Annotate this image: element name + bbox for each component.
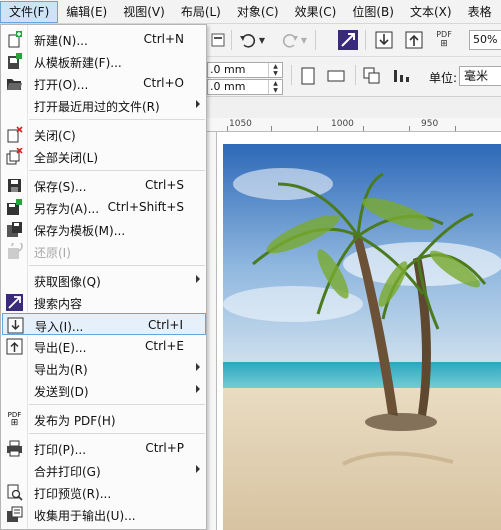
export-icon (6, 338, 23, 355)
menu-view[interactable]: 视图(V) (115, 1, 173, 23)
save-icon (6, 177, 23, 194)
revert-icon (6, 240, 23, 260)
portrait-icon[interactable] (297, 65, 319, 87)
submenu-arrow-icon (196, 465, 200, 473)
menu-item-print[interactable]: 打印(P)... Ctrl+P (2, 437, 206, 459)
drawing-canvas[interactable] (217, 132, 501, 530)
menu-item-search-content[interactable]: 搜索内容 (2, 291, 206, 313)
publish-pdf-icon: PDF ⊞ (7, 411, 22, 428)
standard-toolbar: ▼ ▼ PDF ⊞ 50% (207, 24, 501, 57)
menu-item-save[interactable]: 保存(S)... Ctrl+S (2, 174, 206, 196)
menu-item-export[interactable]: 导出(E)... Ctrl+E (2, 335, 206, 357)
submenu-arrow-icon (196, 275, 200, 283)
menu-item-open-recent[interactable]: 打开最近用过的文件(R) (2, 94, 206, 116)
import-icon (7, 317, 24, 334)
width-value: .0 mm (210, 63, 246, 76)
width-spinner[interactable]: ▲ ▼ (268, 63, 282, 77)
menu-item-print-merge[interactable]: 合并打印(G) (2, 459, 206, 481)
menu-text[interactable]: 文本(X) (402, 1, 460, 23)
menu-item-acquire-image[interactable]: 获取图像(Q) (2, 269, 206, 291)
save-as-icon (6, 199, 23, 216)
undo-icon[interactable] (237, 29, 259, 51)
undo-dropdown-icon[interactable]: ▼ (257, 29, 267, 51)
menu-item-revert: 还原(I) (2, 240, 206, 262)
open-folder-icon (6, 75, 23, 92)
menu-item-close[interactable]: 关闭(C) (2, 123, 206, 145)
menu-item-export-as[interactable]: 导出为(R) (2, 357, 206, 379)
close-document-icon (6, 126, 23, 143)
landscape-icon[interactable] (325, 65, 347, 87)
menu-item-save-as-template[interactable]: 保存为模板(M)... (2, 218, 206, 240)
menu-item-close-all[interactable]: 全部关闭(L) (2, 145, 206, 167)
height-field[interactable]: .0 mm ▲ ▼ (207, 79, 283, 95)
menu-bitmaps[interactable]: 位图(B) (344, 1, 402, 23)
redo-dropdown-icon[interactable]: ▼ (299, 29, 309, 51)
search-content-icon (6, 294, 23, 311)
redo-icon[interactable] (279, 29, 301, 51)
menu-effects[interactable]: 效果(C) (287, 1, 345, 23)
menu-table[interactable]: 表格 (460, 1, 500, 23)
units-label: 单位: (429, 71, 458, 85)
property-bar: .0 mm ▲ ▼ .0 mm ▲ ▼ 单位: 毫米 (207, 57, 501, 97)
menu-item-import[interactable]: 导入(I)... Ctrl+I (2, 313, 206, 335)
menu-layout[interactable]: 布局(L) (173, 1, 229, 23)
import-icon[interactable] (373, 29, 395, 51)
menu-file[interactable]: 文件(F) (0, 0, 59, 23)
menu-item-collect-for-output[interactable]: 收集用于输出(U)... (2, 503, 206, 525)
menu-bar: 文件(F) 编辑(E) 视图(V) 布局(L) 对象(C) 效果(C) 位图(B… (0, 0, 501, 24)
ruler-label: 1000 (331, 119, 354, 129)
units-select[interactable]: 毫米 (459, 66, 501, 86)
all-pages-icon[interactable] (361, 65, 383, 87)
width-field[interactable]: .0 mm ▲ ▼ (207, 62, 283, 78)
height-spinner[interactable]: ▲ ▼ (268, 80, 282, 94)
height-value: .0 mm (210, 80, 246, 93)
new-from-template-icon (6, 53, 23, 70)
save-as-template-icon (6, 221, 23, 238)
menu-item-publish-pdf[interactable]: PDF ⊞ 发布为 PDF(H) (2, 408, 206, 430)
menu-item-new-from-template[interactable]: 从模板新建(F)... (2, 50, 206, 72)
menu-item-new[interactable]: 新建(N)... Ctrl+N (2, 28, 206, 50)
current-page-icon[interactable] (391, 65, 413, 87)
ruler-label: 1050 (229, 119, 252, 129)
menu-item-print-preview[interactable]: 打印预览(R)... (2, 481, 206, 503)
collect-for-output-icon (6, 506, 23, 523)
search-content-icon[interactable] (337, 29, 359, 51)
beach-palm-photo[interactable] (223, 144, 501, 530)
pdf-label: PDF (436, 30, 452, 39)
horizontal-ruler[interactable]: 1050 1000 950 (207, 118, 501, 132)
publish-pdf-icon[interactable]: PDF ⊞ (433, 29, 455, 51)
menu-item-save-as[interactable]: 另存为(A)... Ctrl+Shift+S (2, 196, 206, 218)
menu-item-open[interactable]: 打开(O)... Ctrl+O (2, 72, 206, 94)
vertical-ruler[interactable] (207, 132, 217, 530)
close-all-icon (6, 147, 23, 165)
zoom-level-field[interactable]: 50% (469, 30, 501, 50)
submenu-arrow-icon (196, 385, 200, 393)
ruler-label: 950 (421, 119, 439, 129)
submenu-arrow-icon (196, 100, 200, 108)
print-icon[interactable] (207, 29, 229, 51)
new-document-icon (6, 31, 23, 48)
file-menu-dropdown: 新建(N)... Ctrl+N 从模板新建(F)... 打开(O)... Ctr… (0, 24, 207, 530)
print-preview-icon (6, 484, 23, 501)
export-icon[interactable] (403, 29, 425, 51)
menu-item-send-to[interactable]: 发送到(D) (2, 379, 206, 401)
submenu-arrow-icon (196, 363, 200, 371)
menu-edit[interactable]: 编辑(E) (58, 1, 115, 23)
print-icon (6, 440, 23, 457)
menu-object[interactable]: 对象(C) (229, 1, 287, 23)
